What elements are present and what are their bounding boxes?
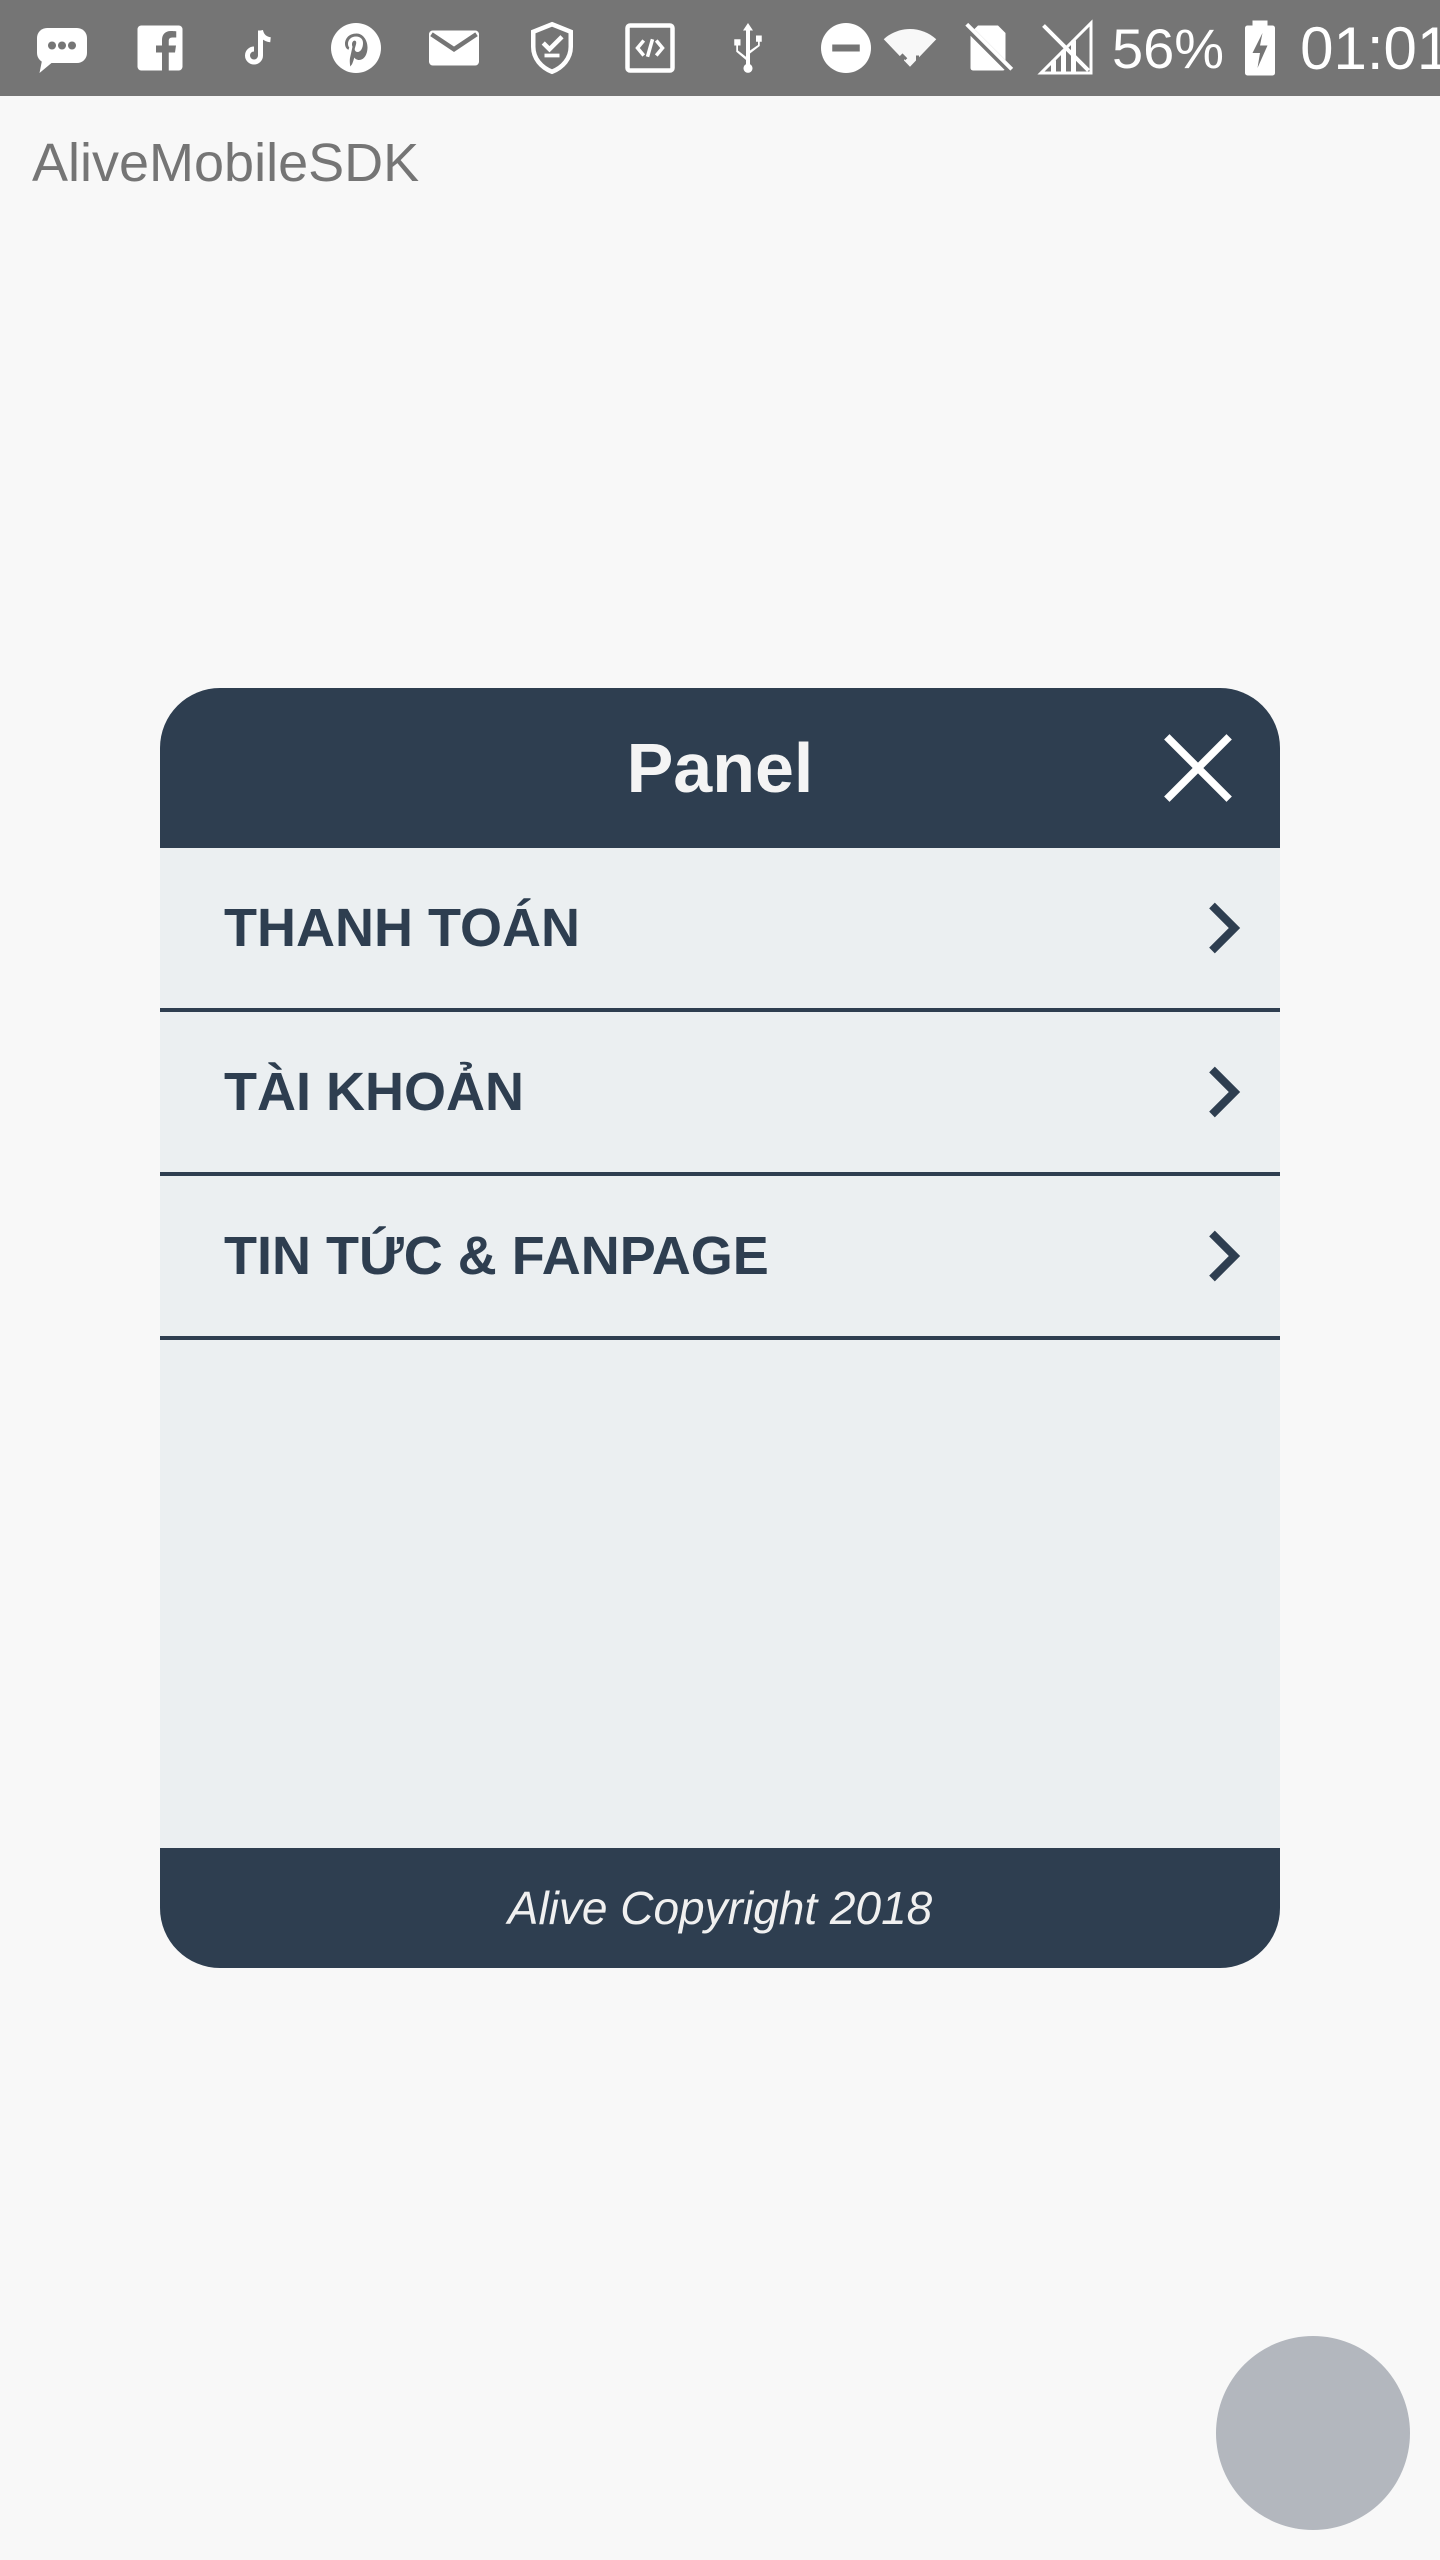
chevron-right-icon <box>1192 1062 1252 1122</box>
battery-percent: 56% <box>1112 16 1225 80</box>
chat-bubble-icon <box>30 16 94 80</box>
panel-header: Panel <box>160 688 1280 848</box>
tiktok-icon <box>226 16 290 80</box>
wifi-icon <box>878 16 942 80</box>
signal-icon <box>1034 16 1098 80</box>
copyright-text: Alive Copyright 2018 <box>507 1882 933 1934</box>
facebook-icon <box>128 16 192 80</box>
menu-item-thanh-toan[interactable]: THANH TOÁN <box>160 848 1280 1012</box>
do-not-disturb-icon <box>814 16 878 80</box>
system-status: 56% 01:01 <box>878 14 1440 83</box>
menu-item-tin-tuc-fanpage[interactable]: TIN TỨC & FANPAGE <box>160 1176 1280 1340</box>
panel-dialog: Panel THANH TOÁN TÀI KHOẢN TIN TỨC & FAN… <box>160 688 1280 1968</box>
panel-footer: Alive Copyright 2018 <box>160 1848 1280 1968</box>
status-bar: 56% 01:01 <box>0 0 1440 96</box>
pinterest-icon <box>324 16 388 80</box>
menu-item-label: THANH TOÁN <box>224 898 580 958</box>
close-icon <box>1164 734 1232 802</box>
app-title: AliveMobileSDK <box>32 133 420 193</box>
close-button[interactable] <box>1160 730 1236 806</box>
mail-icon <box>422 16 486 80</box>
notification-icons <box>30 16 878 80</box>
shield-icon <box>520 16 584 80</box>
floating-button[interactable] <box>1216 2336 1410 2530</box>
code-icon <box>618 16 682 80</box>
clock: 01:01 <box>1300 14 1440 82</box>
panel-menu: THANH TOÁN TÀI KHOẢN TIN TỨC & FANPAGE <box>160 848 1280 1340</box>
menu-item-label: TÀI KHOẢN <box>224 1062 524 1122</box>
chevron-right-icon <box>1192 1226 1252 1286</box>
battery-charging-icon <box>1238 16 1282 80</box>
no-sim-icon <box>956 16 1020 80</box>
menu-item-label: TIN TỨC & FANPAGE <box>224 1226 769 1286</box>
chevron-right-icon <box>1192 898 1252 958</box>
panel-title: Panel <box>626 729 814 807</box>
menu-item-tai-khoan[interactable]: TÀI KHOẢN <box>160 1012 1280 1176</box>
usb-icon <box>716 16 780 80</box>
